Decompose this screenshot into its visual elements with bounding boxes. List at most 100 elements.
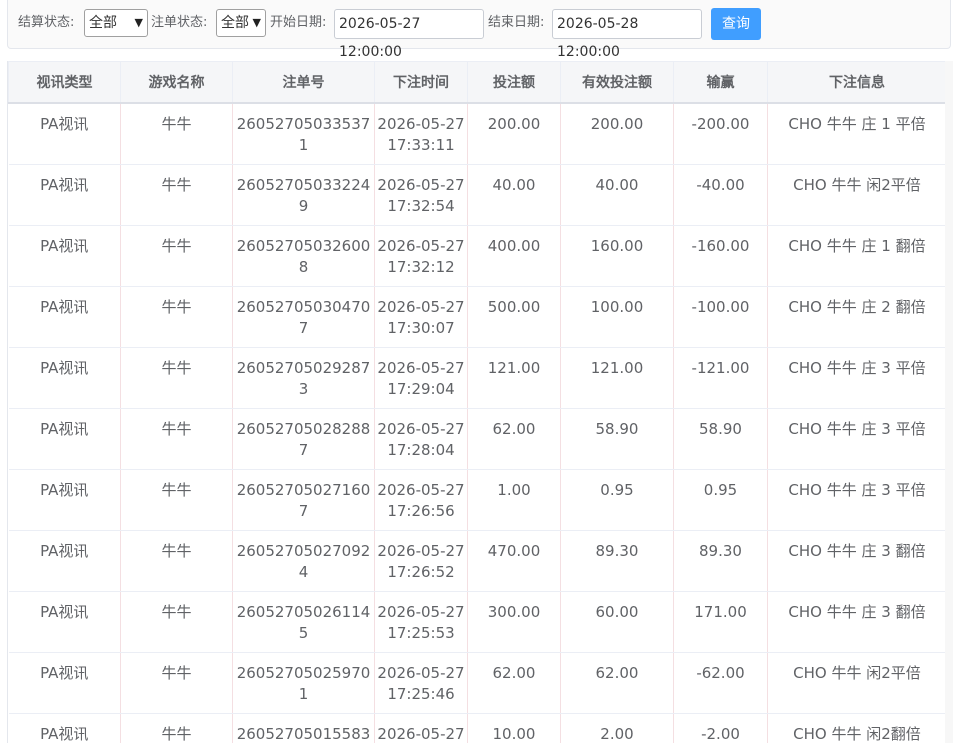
cell-bet: 400.00 xyxy=(467,225,561,287)
cell-bet-info: CHO 牛牛 闲2平倍 xyxy=(767,652,947,714)
cell-game: 牛牛 xyxy=(120,713,233,743)
col-header-game[interactable]: 游戏名称 xyxy=(120,61,233,104)
col-header-valid-bet[interactable]: 有效投注额 xyxy=(560,61,674,104)
cell-valid-bet: 0.95 xyxy=(560,469,674,531)
cell-win-loss: 171.00 xyxy=(673,591,768,653)
start-date-input[interactable]: 2026-05-27 12:00:00 xyxy=(334,9,484,60)
cell-type: PA视讯 xyxy=(8,591,121,653)
chevron-down-icon: ▼ xyxy=(134,16,143,29)
col-header-win-loss[interactable]: 输赢 xyxy=(673,61,768,104)
table-row: PA视讯 牛牛 260527050292873 2026-05-27 17:29:04… xyxy=(8,347,947,409)
cell-bet: 62.00 xyxy=(467,408,561,470)
cell-time: 2026-05-27 17:32:54 xyxy=(374,164,468,226)
table-row: PA视讯 牛牛 260527050261145 2026-05-27 17:25:53… xyxy=(8,591,947,653)
cell-bet-info: CHO 牛牛 庄 3 翻倍 xyxy=(767,591,947,653)
cell-valid-bet: 2.00 xyxy=(560,713,674,743)
filter-bar: 结算状态: 全部 ▼ 注单状态: 全部 ▼ 开始日期: 2026-05-27 1… xyxy=(7,0,951,60)
cell-game: 牛牛 xyxy=(120,530,233,592)
settle-status-select[interactable]: 全部 ▼ xyxy=(84,9,148,37)
cell-time: 2026-05-27 17:26:56 xyxy=(374,469,468,531)
table-row: PA视讯 牛牛 260527050259701 2026-05-27 17:25:46… xyxy=(8,652,947,714)
cell-bet-info: CHO 牛牛 闲2平倍 xyxy=(767,164,947,226)
cell-bet-info: CHO 牛牛 庄 3 平倍 xyxy=(767,469,947,531)
cell-type: PA视讯 xyxy=(8,164,121,226)
cell-type: PA视讯 xyxy=(8,713,121,743)
vertical-scrollbar[interactable] xyxy=(945,61,953,743)
cell-order-no: 260527050261145 xyxy=(232,591,375,653)
order-status-label: 注单状态: xyxy=(151,15,208,30)
cell-bet-info: CHO 牛牛 庄 3 平倍 xyxy=(767,408,947,470)
cell-valid-bet: 200.00 xyxy=(560,103,674,165)
end-date-input[interactable]: 2026-05-28 12:00:00 xyxy=(552,9,702,60)
col-header-type[interactable]: 视讯类型 xyxy=(8,61,121,104)
col-header-order-no[interactable]: 注单号 xyxy=(232,61,375,104)
cell-win-loss: -2.00 xyxy=(673,713,768,743)
cell-time: 2026-05-27 17:25:53 xyxy=(374,591,468,653)
cell-bet: 10.00 xyxy=(467,713,561,743)
cell-win-loss: -62.00 xyxy=(673,652,768,714)
cell-valid-bet: 60.00 xyxy=(560,591,674,653)
cell-game: 牛牛 xyxy=(120,347,233,409)
cell-win-loss: 0.95 xyxy=(673,469,768,531)
cell-type: PA视讯 xyxy=(8,530,121,592)
table-row: PA视讯 牛牛 260527050271607 2026-05-27 17:26:56… xyxy=(8,469,947,531)
cell-game: 牛牛 xyxy=(120,103,233,165)
cell-bet: 62.00 xyxy=(467,652,561,714)
bet-records-table: 视讯类型 游戏名称 注单号 下注时间 投注额 有效投注额 输赢 下注信息 PA视… xyxy=(7,61,953,743)
cell-bet-info: CHO 牛牛 庄 1 平倍 xyxy=(767,103,947,165)
cell-type: PA视讯 xyxy=(8,286,121,348)
cell-bet: 500.00 xyxy=(467,286,561,348)
cell-bet: 200.00 xyxy=(467,103,561,165)
cell-bet-info: CHO 牛牛 庄 3 翻倍 xyxy=(767,530,947,592)
cell-time: 2026-05-27 xyxy=(374,713,468,743)
cell-time: 2026-05-27 17:33:11 xyxy=(374,103,468,165)
col-header-bet-info[interactable]: 下注信息 xyxy=(767,61,947,104)
table-row: PA视讯 牛牛 260527050304707 2026-05-27 17:30:07… xyxy=(8,286,947,348)
table-row: PA视讯 牛牛 260527050326008 2026-05-27 17:32:12… xyxy=(8,225,947,287)
cell-game: 牛牛 xyxy=(120,286,233,348)
col-header-time[interactable]: 下注时间 xyxy=(374,61,468,104)
cell-game: 牛牛 xyxy=(120,469,233,531)
cell-order-no: 260527050332249 xyxy=(232,164,375,226)
cell-time: 2026-05-27 17:25:46 xyxy=(374,652,468,714)
cell-type: PA视讯 xyxy=(8,347,121,409)
cell-type: PA视讯 xyxy=(8,469,121,531)
cell-game: 牛牛 xyxy=(120,408,233,470)
cell-time: 2026-05-27 17:28:04 xyxy=(374,408,468,470)
cell-time: 2026-05-27 17:26:52 xyxy=(374,530,468,592)
table-row: PA视讯 牛牛 260527050332249 2026-05-27 17:32:54… xyxy=(8,164,947,226)
cell-win-loss: -200.00 xyxy=(673,103,768,165)
cell-order-no: 26052705015583 xyxy=(232,713,375,743)
order-status-value: 全部 xyxy=(221,15,249,31)
start-date-label: 开始日期: xyxy=(270,15,327,30)
cell-bet: 300.00 xyxy=(467,591,561,653)
cell-bet: 40.00 xyxy=(467,164,561,226)
cell-order-no: 260527050292873 xyxy=(232,347,375,409)
cell-order-no: 260527050326008 xyxy=(232,225,375,287)
table-row: PA视讯 牛牛 260527050335371 2026-05-27 17:33:11… xyxy=(8,103,947,165)
order-status-select[interactable]: 全部 ▼ xyxy=(216,9,266,37)
settle-status-label: 结算状态: xyxy=(18,15,75,30)
cell-valid-bet: 58.90 xyxy=(560,408,674,470)
cell-type: PA视讯 xyxy=(8,652,121,714)
table-row: PA视讯 牛牛 260527050270924 2026-05-27 17:26:52… xyxy=(8,530,947,592)
cell-game: 牛牛 xyxy=(120,652,233,714)
end-date-label: 结束日期: xyxy=(488,15,545,30)
cell-valid-bet: 160.00 xyxy=(560,225,674,287)
cell-win-loss: -40.00 xyxy=(673,164,768,226)
cell-order-no: 260527050335371 xyxy=(232,103,375,165)
cell-bet: 1.00 xyxy=(467,469,561,531)
cell-bet: 121.00 xyxy=(467,347,561,409)
cell-type: PA视讯 xyxy=(8,408,121,470)
cell-win-loss: 58.90 xyxy=(673,408,768,470)
cell-order-no: 260527050282887 xyxy=(232,408,375,470)
col-header-bet[interactable]: 投注额 xyxy=(467,61,561,104)
cell-time: 2026-05-27 17:32:12 xyxy=(374,225,468,287)
cell-bet-info: CHO 牛牛 闲2翻倍 xyxy=(767,713,947,743)
cell-bet-info: CHO 牛牛 庄 2 翻倍 xyxy=(767,286,947,348)
query-button[interactable]: 查询 xyxy=(711,8,761,40)
chevron-down-icon: ▼ xyxy=(252,16,261,29)
cell-valid-bet: 62.00 xyxy=(560,652,674,714)
cell-order-no: 260527050304707 xyxy=(232,286,375,348)
cell-time: 2026-05-27 17:30:07 xyxy=(374,286,468,348)
